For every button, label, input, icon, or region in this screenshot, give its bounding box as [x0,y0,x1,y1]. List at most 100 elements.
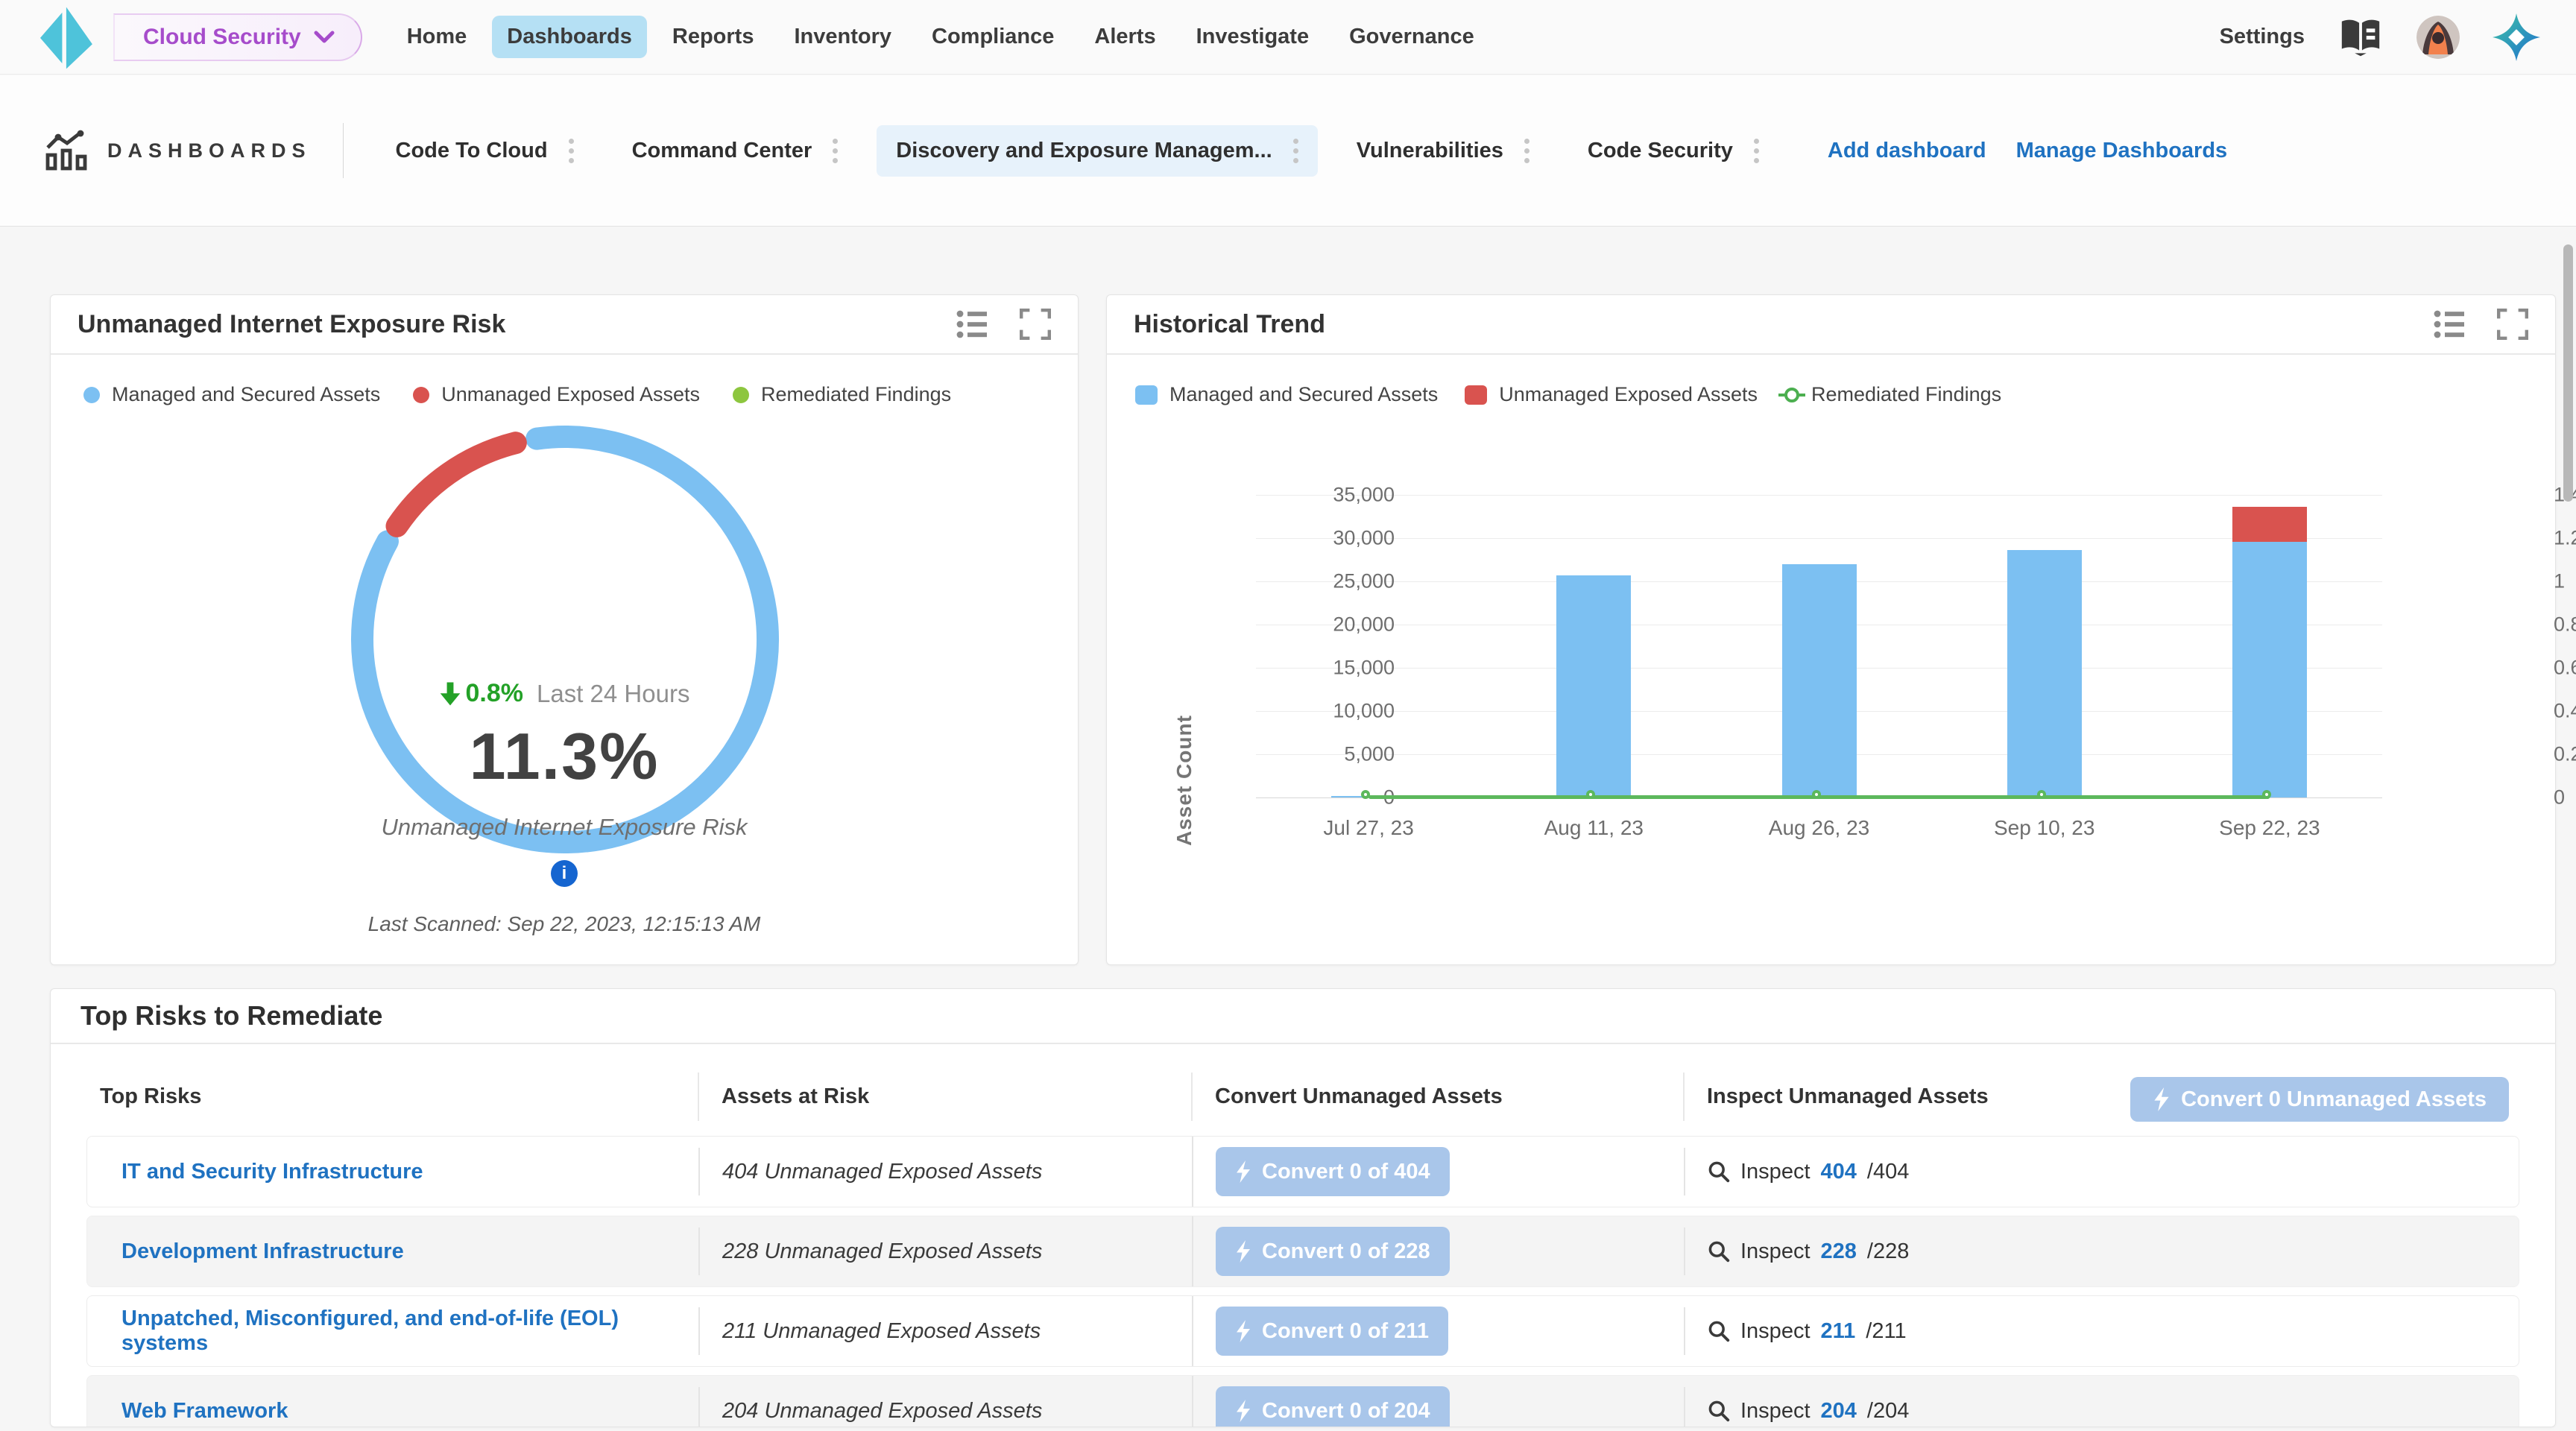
legend-label: Managed and Secured Assets [1169,383,1438,406]
assets-at-risk-text: 404 Unmanaged Exposed Assets [722,1160,1042,1184]
convert-button[interactable]: Convert 0 of 204 [1216,1386,1450,1427]
user-avatar[interactable] [2416,16,2460,59]
x-axis-tick: Aug 26, 23 [1769,816,1869,840]
exposure-risk-label: Unmanaged Internet Exposure Risk [381,814,747,841]
convert-all-button[interactable]: Convert 0 Unmanaged Assets [2130,1077,2509,1122]
risk-link[interactable]: Web Framework [121,1399,288,1424]
y2-axis-tick: 0.2 [2554,743,2576,766]
risk-link[interactable]: Unpatched, Misconfigured, and end-of-lif… [121,1307,698,1356]
tab-menu-kebab-icon[interactable] [1293,139,1298,163]
legend-dot [83,387,100,403]
dashboard-tab[interactable]: Code To Cloud [376,125,593,177]
nav-item-alerts[interactable]: Alerts [1079,16,1170,58]
inspect-count-link[interactable]: 211 [1821,1319,1856,1344]
y2-axis-tick: 1.2 [2554,527,2576,550]
app-switcher-star-icon[interactable] [2493,13,2540,61]
nav-item-reports[interactable]: Reports [657,16,769,58]
nav-item-compliance[interactable]: Compliance [917,16,1069,58]
y2-axis-tick: 1 [2554,570,2565,593]
lightning-icon [2153,1087,2171,1111]
bar-managed-assets[interactable] [1556,575,1631,797]
inspect-count-link[interactable]: 228 [1821,1239,1857,1264]
tab-menu-kebab-icon[interactable] [833,139,838,163]
legend-toggle-icon[interactable] [2433,309,2467,339]
legend-item[interactable]: Remediated Findings [1784,383,2001,406]
dashboard-tab[interactable]: Command Center [613,125,858,177]
table-body: IT and Security Infrastructure 404 Unmana… [86,1136,2519,1427]
tab-menu-kebab-icon[interactable] [1754,139,1759,163]
y-axis-tick: 20,000 [1333,613,1395,636]
info-icon[interactable]: i [551,860,578,887]
legend-item[interactable]: Remediated Findings [733,383,951,406]
tab-menu-kebab-icon[interactable] [1524,139,1530,163]
legend-item[interactable]: Unmanaged Exposed Assets [413,383,700,406]
documentation-book-icon[interactable] [2337,16,2384,58]
line-marker [1361,790,1370,799]
inspect-count-link[interactable]: 204 [1821,1399,1857,1424]
nav-right: Settings [2220,13,2576,61]
y2-axis-tick: 0.8 [2554,613,2576,636]
settings-button[interactable]: Settings [2220,25,2305,49]
expand-icon[interactable] [2497,309,2528,340]
tab-menu-kebab-icon[interactable] [569,139,574,163]
brand-logo-icon[interactable] [34,3,97,72]
legend-square [1465,385,1487,405]
add-dashboard-link[interactable]: Add dashboard [1828,139,1986,163]
page-scrollbar[interactable] [2563,244,2573,502]
inspect-action[interactable]: Inspect 211/211 [1708,1319,1907,1344]
trend-bar-chart[interactable]: Asset Count Remediated Findings 05,00010… [1256,495,2382,797]
bar-managed-assets[interactable] [2007,550,2082,797]
inspect-action[interactable]: Inspect 228/228 [1708,1239,1909,1264]
x-axis-tick: Aug 11, 23 [1544,816,1644,840]
lightning-icon [1235,1400,1251,1422]
table-row: Development Infrastructure 228 Unmanaged … [86,1216,2519,1287]
dashboard-tab[interactable]: Vulnerabilities [1337,125,1549,177]
legend-label: Unmanaged Exposed Assets [441,383,700,406]
y-axis-tick: 5,000 [1344,743,1395,766]
expand-icon[interactable] [1020,309,1051,340]
tab-label: Discovery and Exposure Managem... [896,139,1272,163]
risk-link[interactable]: IT and Security Infrastructure [121,1160,423,1184]
legend-dot [733,387,749,403]
inspect-action[interactable]: Inspect 404/404 [1708,1160,1909,1184]
bar-unmanaged-assets[interactable] [2232,507,2307,541]
convert-button[interactable]: Convert 0 of 211 [1216,1307,1448,1356]
dashboard-tab[interactable]: Discovery and Exposure Managem... [877,125,1317,177]
y2-axis-tick: 0 [2554,786,2565,809]
nav-item-governance[interactable]: Governance [1334,16,1489,58]
delta-value: 0.8% [439,679,524,708]
nav-item-inventory[interactable]: Inventory [779,16,906,58]
inspect-cell: Inspect 228/228 [1684,1228,2519,1275]
line-marker [2262,790,2271,799]
legend-label: Unmanaged Exposed Assets [1499,383,1758,406]
legend-item[interactable]: Unmanaged Exposed Assets [1465,383,1758,406]
y-axis-tick: 15,000 [1333,657,1395,680]
assets-cell: 211 Unmanaged Exposed Assets [698,1307,1192,1355]
y-axis-tick: 35,000 [1333,484,1395,507]
risk-cell: Unpatched, Misconfigured, and end-of-lif… [87,1296,698,1366]
chevron-down-icon [313,30,335,45]
inspect-cell: Inspect 204/204 [1684,1387,2519,1427]
inspect-action[interactable]: Inspect 204/204 [1708,1399,1909,1424]
nav-item-investigate[interactable]: Investigate [1181,16,1325,58]
product-switcher[interactable]: Cloud Security [113,13,362,61]
risk-cell: Web Framework [87,1387,698,1427]
assets-at-risk-text: 228 Unmanaged Exposed Assets [722,1239,1042,1264]
section-title: Top Risks to Remediate [80,1000,382,1032]
bar-managed-assets[interactable] [1782,564,1857,797]
nav-item-dashboards[interactable]: Dashboards [492,16,647,58]
dashboard-tab[interactable]: Code Security [1568,125,1778,177]
convert-button[interactable]: Convert 0 of 228 [1216,1227,1450,1276]
manage-dashboards-link[interactable]: Manage Dashboards [2016,139,2228,163]
bar-managed-assets[interactable] [2232,542,2307,797]
assets-at-risk-text: 211 Unmanaged Exposed Assets [722,1319,1041,1344]
unmanaged-exposure-card: Unmanaged Internet Exposure Risk Managed… [50,294,1079,965]
legend-item[interactable]: Managed and Secured Assets [83,383,380,406]
legend-item[interactable]: Managed and Secured Assets [1135,383,1438,406]
inspect-count-link[interactable]: 404 [1821,1160,1857,1184]
legend-toggle-icon[interactable] [956,309,990,339]
risk-link[interactable]: Development Infrastructure [121,1239,404,1264]
table-row: Unpatched, Misconfigured, and end-of-lif… [86,1295,2519,1367]
convert-button[interactable]: Convert 0 of 404 [1216,1147,1450,1196]
nav-item-home[interactable]: Home [392,16,482,58]
